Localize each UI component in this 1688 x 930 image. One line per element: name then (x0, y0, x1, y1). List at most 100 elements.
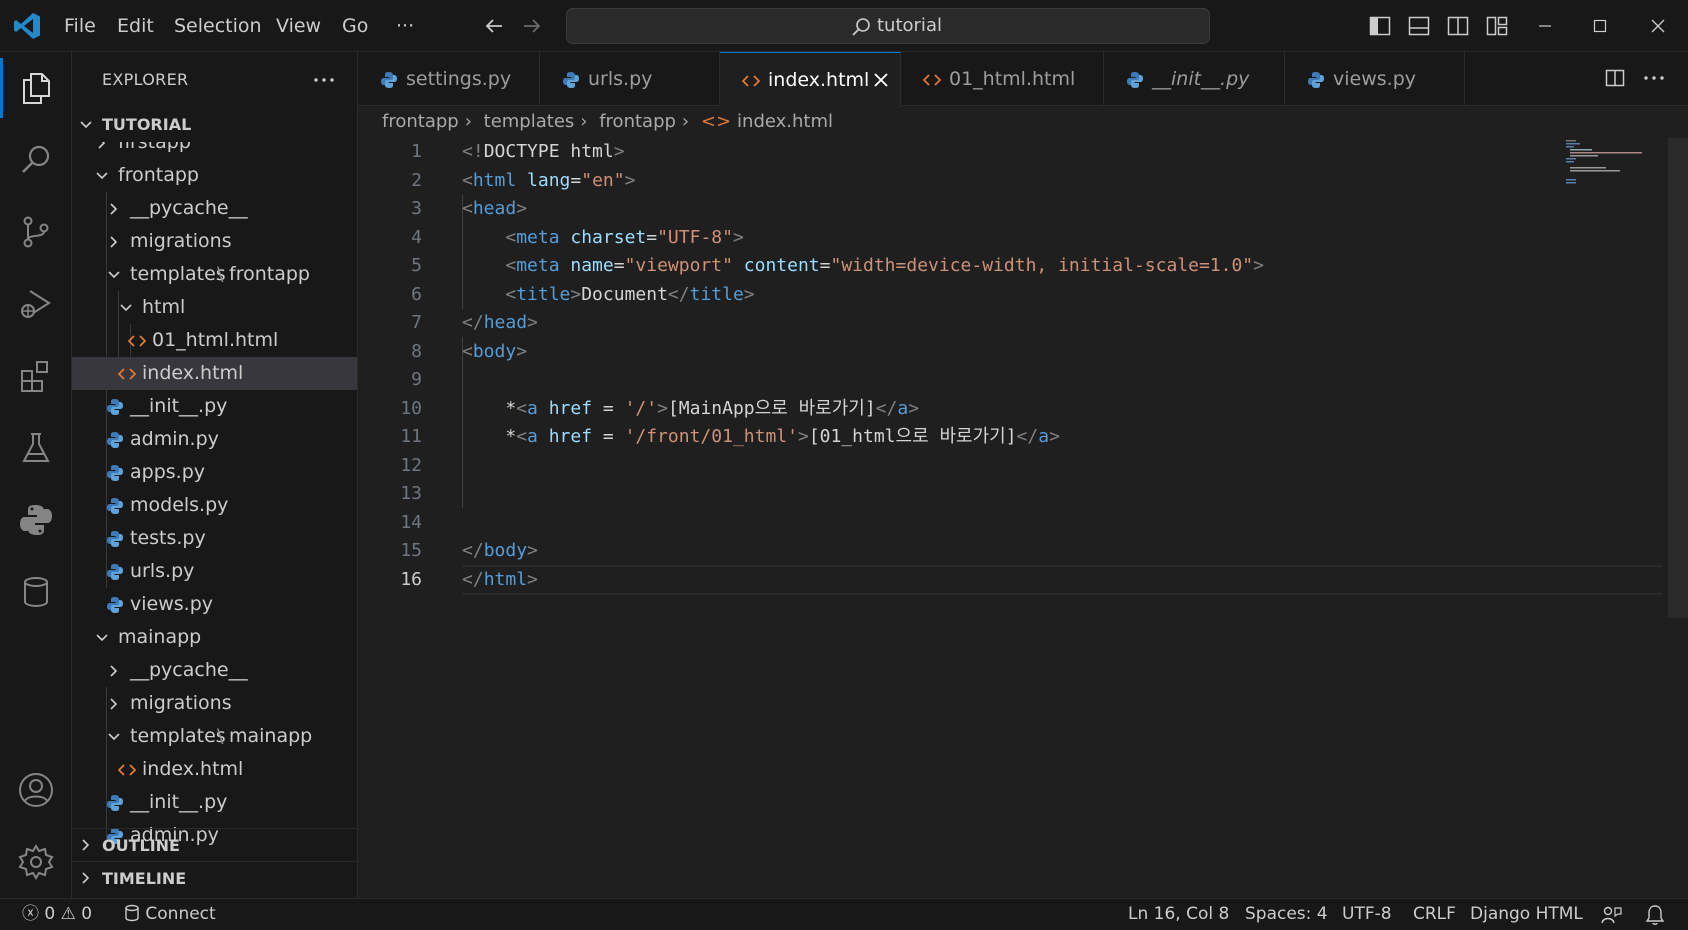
tree-folder[interactable]: frontapp (72, 159, 357, 192)
code-token: title (516, 283, 571, 305)
connect-item[interactable]: Connect (124, 899, 216, 930)
tree-folder[interactable]: templates \ mainapp (72, 720, 357, 753)
tree-file[interactable]: models.py (72, 489, 357, 522)
code-token: > (613, 141, 625, 162)
split-editor-icon[interactable] (1603, 66, 1627, 90)
activity-python[interactable] (0, 484, 72, 556)
tree-file[interactable]: index.html (72, 357, 357, 390)
customize-layout-icon[interactable] (1485, 14, 1509, 38)
feedback-icon[interactable] (1600, 905, 1622, 925)
end-of-line[interactable]: CRLF (1413, 899, 1456, 930)
vscode-logo-icon[interactable] (12, 11, 42, 41)
breadcrumb-item[interactable]: frontapp (599, 111, 676, 132)
flask-icon (22, 433, 50, 462)
activity-search[interactable] (0, 124, 72, 196)
editor-tab[interactable]: __init__.py (1104, 52, 1285, 106)
more-actions-icon[interactable] (312, 68, 336, 92)
tree-item-label: __pycache__ (130, 659, 248, 681)
toggle-secondary-sidebar-icon[interactable] (1446, 14, 1470, 38)
menu-more[interactable]: ··· (396, 0, 414, 52)
tree-folder[interactable]: firstapp (72, 142, 357, 159)
active-indicator (0, 58, 3, 118)
cursor-position[interactable]: Ln 16, Col 8 (1128, 899, 1229, 930)
tree-file[interactable]: __init__.py (72, 390, 357, 423)
timeline-section[interactable]: TIMELINE (72, 861, 357, 894)
tree-file[interactable]: index.html (72, 753, 357, 786)
more-actions-icon[interactable] (1642, 66, 1666, 90)
tree-item-label: mainapp (118, 626, 202, 648)
language-mode[interactable]: Django HTML (1470, 899, 1583, 930)
html-file-icon: <> (700, 111, 732, 132)
activity-database[interactable] (0, 556, 72, 628)
code-token: < (462, 169, 473, 191)
maximize-icon[interactable] (1588, 14, 1612, 38)
tree-item-label: views.py (130, 593, 213, 615)
editor-tab[interactable]: views.py (1285, 52, 1465, 106)
tree-folder[interactable]: migrations (72, 687, 357, 720)
editor-tab[interactable]: settings.py (358, 52, 540, 106)
arrow-left-icon[interactable] (482, 14, 506, 38)
code-token: href (537, 426, 593, 447)
activity-extensions[interactable] (0, 340, 72, 412)
menu-go[interactable]: Go (342, 0, 368, 52)
code-token: head (483, 312, 528, 333)
tree-file[interactable]: views.py (72, 588, 357, 621)
tree-file[interactable]: tests.py (72, 522, 357, 555)
tree-file[interactable]: urls.py (72, 555, 357, 588)
command-center-search[interactable]: tutorial (566, 8, 1210, 44)
tree-item-label: __init__.py (130, 395, 228, 417)
encoding[interactable]: UTF-8 (1342, 899, 1392, 930)
outline-section[interactable]: OUTLINE (72, 828, 357, 861)
activity-source-control[interactable] (0, 196, 72, 268)
activity-manage[interactable] (0, 826, 72, 898)
toggle-panel-icon[interactable] (1407, 14, 1431, 38)
tree-file[interactable]: admin.py (72, 423, 357, 456)
tree-folder[interactable]: html (72, 291, 357, 324)
path-separator: \ (217, 725, 224, 747)
code-token: body (472, 340, 517, 362)
problems-indicator[interactable]: ⓧ 0 ⚠ 0 (22, 899, 92, 930)
close-window-icon[interactable] (1646, 14, 1670, 38)
tree-folder[interactable]: templates \ frontapp (72, 258, 357, 291)
chevron-right-icon (82, 872, 90, 884)
python-file-icon (1308, 72, 1324, 88)
vertical-scrollbar[interactable] (1668, 138, 1688, 618)
arrow-right-icon[interactable] (520, 14, 544, 38)
tree-folder[interactable]: migrations (72, 225, 357, 258)
breadcrumb-item[interactable]: frontapp (382, 111, 459, 132)
indentation[interactable]: Spaces: 4 (1245, 899, 1328, 930)
tree-file[interactable]: __init__.py (72, 786, 357, 819)
bell-icon[interactable] (1645, 904, 1665, 926)
workspace-section-header[interactable]: TUTORIAL (72, 108, 357, 142)
breadcrumb-item[interactable]: index.html (737, 111, 833, 132)
code-line: </html> (462, 566, 538, 595)
menu-file[interactable]: File (64, 0, 96, 52)
tree-folder[interactable]: __pycache__ (72, 654, 357, 687)
activity-explorer[interactable] (0, 52, 72, 124)
minimize-icon[interactable] (1533, 14, 1557, 38)
code-token: = (819, 255, 831, 276)
python-file-icon (107, 465, 123, 481)
activity-accounts[interactable] (0, 754, 72, 826)
editor-tab[interactable]: index.html (720, 52, 901, 107)
activity-testing[interactable] (0, 412, 72, 484)
tree-folder[interactable]: __pycache__ (72, 192, 357, 225)
tree-file[interactable]: apps.py (72, 456, 357, 489)
breadcrumb-item[interactable]: templates (484, 111, 575, 132)
tree-file[interactable]: 01_html.html (72, 324, 357, 357)
code-editor[interactable]: 1 <!DOCTYPE html> 2 <html lang="en"> 3 <head>… (358, 138, 1688, 898)
editor-tab[interactable]: 01_html.html (901, 52, 1104, 106)
toggle-primary-sidebar-icon[interactable] (1368, 14, 1392, 38)
editor-tab[interactable]: urls.py (540, 52, 720, 106)
code-token: * (462, 397, 517, 419)
python-file-icon (107, 498, 123, 514)
line-number: 12 (400, 454, 422, 476)
menu-edit[interactable]: Edit (117, 0, 154, 52)
python-file-icon (1127, 72, 1143, 88)
menu-selection[interactable]: Selection (174, 0, 262, 52)
line-number: 1 (411, 141, 422, 162)
menu-view[interactable]: View (276, 0, 321, 52)
tree-folder[interactable]: mainapp (72, 621, 357, 654)
close-icon[interactable] (872, 71, 890, 89)
activity-run-debug[interactable] (0, 268, 72, 340)
